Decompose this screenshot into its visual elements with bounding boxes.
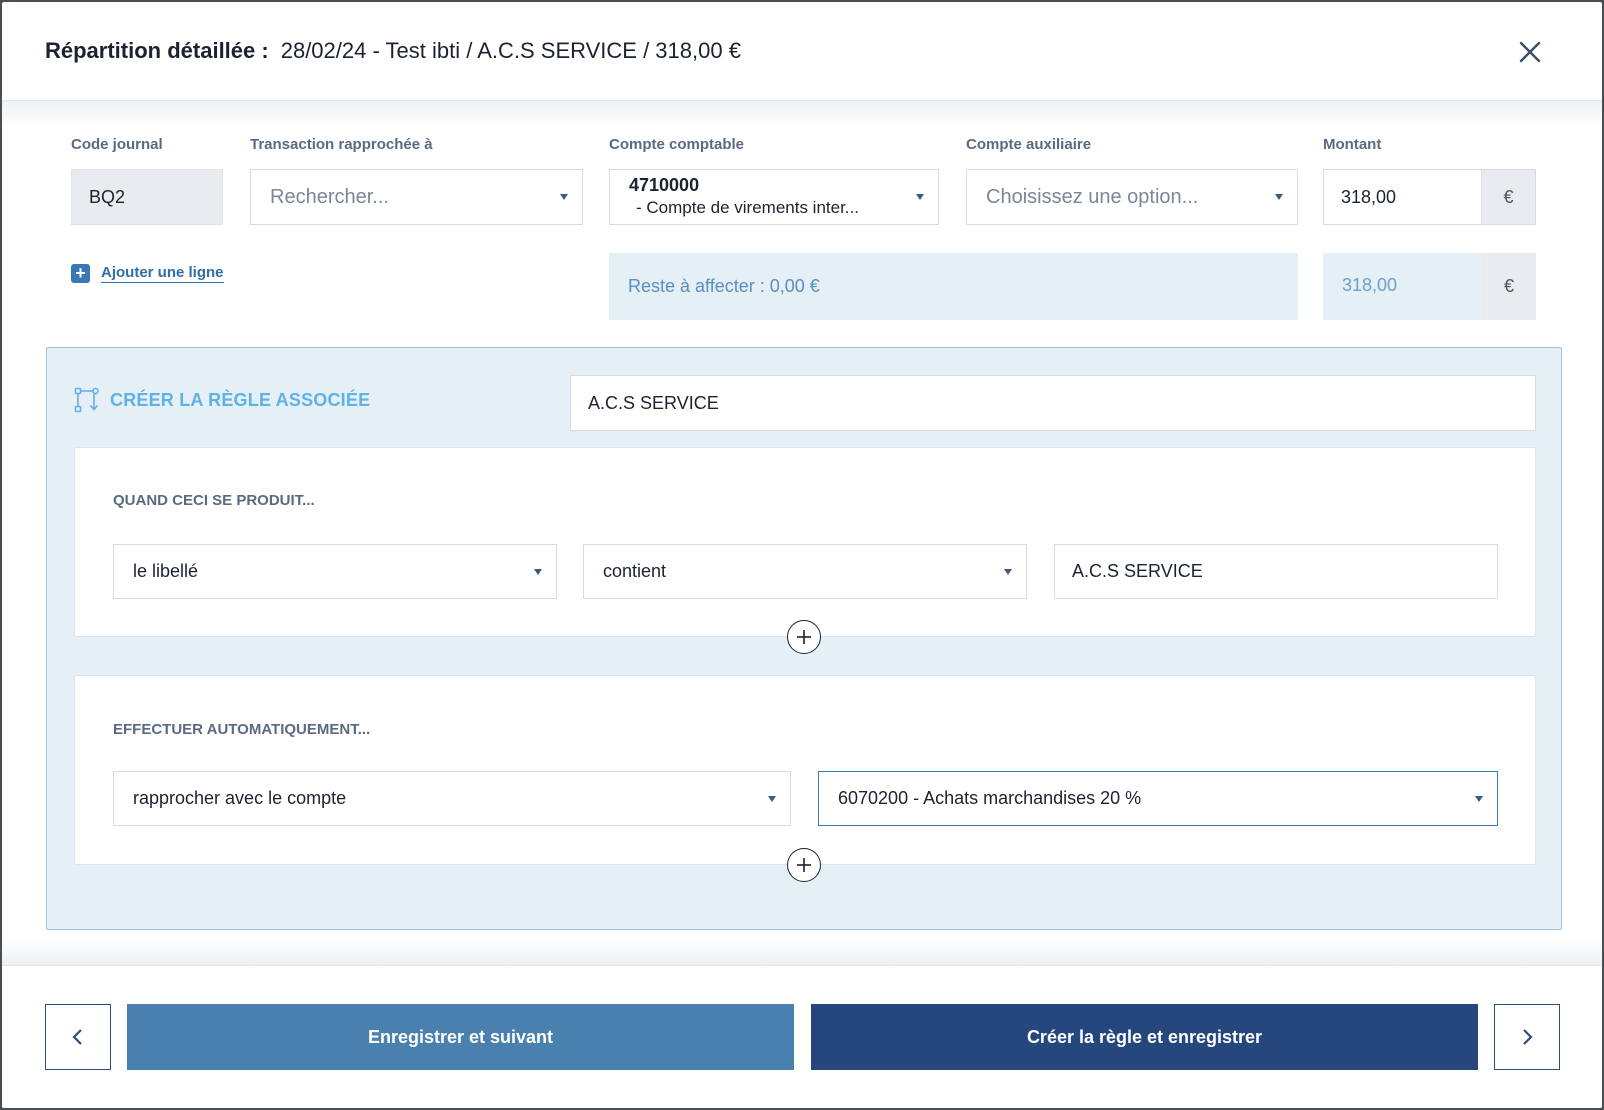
action-account-select[interactable]: 6070200 - Achats marchandises 20 % — [818, 771, 1498, 826]
rule-title-label: CRÉER LA RÈGLE ASSOCIÉE — [110, 389, 371, 410]
modal-header: Répartition détaillée : 28/02/24 - Test … — [2, 2, 1602, 101]
header-shadow — [2, 101, 1602, 127]
modal-footer: Enregistrer et suivant Créer la règle et… — [2, 965, 1602, 1108]
compte-comptable-name: - Compte de virements inter... — [636, 198, 859, 217]
action-title: EFFECTUER AUTOMATIQUEMENT... — [113, 721, 371, 738]
compte-auxiliaire-placeholder: Choisissez une option... — [986, 185, 1199, 208]
modal-title-label: Répartition détaillée : — [45, 38, 269, 63]
compte-auxiliaire-label: Compte auxiliaire — [966, 136, 1092, 153]
condition-value-input[interactable]: A.C.S SERVICE — [1054, 544, 1498, 599]
chevron-down-icon — [560, 194, 568, 200]
plus-icon — [797, 630, 811, 644]
action-account-value: 6070200 - Achats marchandises 20 % — [838, 788, 1142, 808]
chevron-down-icon — [534, 568, 542, 575]
footer-shadow — [2, 940, 1602, 965]
chevron-left-icon — [72, 1029, 82, 1045]
split-modal: Répartition détaillée : 28/02/24 - Test … — [2, 2, 1602, 1108]
currency-addon: € — [1481, 170, 1535, 224]
compte-auxiliaire-select[interactable]: Choisissez une option... — [966, 169, 1298, 225]
compte-comptable-code: 4710000 — [629, 175, 700, 195]
compte-comptable-label: Compte comptable — [609, 136, 745, 153]
compte-comptable-select[interactable]: 4710000 - Compte de virements inter... — [609, 169, 939, 225]
condition-operator-select[interactable]: contient — [583, 544, 1027, 599]
chevron-down-icon — [1475, 795, 1483, 802]
action-type-select[interactable]: rapprocher avec le compte — [113, 771, 791, 826]
add-condition-button[interactable] — [787, 620, 821, 654]
condition-operator-value: contient — [603, 561, 667, 581]
currency-addon: € — [1482, 253, 1536, 320]
chevron-down-icon — [768, 795, 776, 802]
transaction-select[interactable]: Rechercher... — [250, 169, 583, 225]
remaining-text: Reste à affecter : 0,00 € — [628, 276, 820, 296]
transaction-placeholder: Rechercher... — [270, 185, 389, 208]
remaining-amount-value: 318,00 — [1342, 275, 1398, 295]
rule-name-input[interactable]: A.C.S SERVICE — [570, 375, 1536, 431]
close-icon[interactable] — [1516, 38, 1544, 66]
next-button[interactable] — [1494, 1004, 1560, 1070]
add-action-button[interactable] — [787, 848, 821, 882]
code-journal-field: BQ2 — [71, 169, 223, 225]
previous-button[interactable] — [45, 1004, 111, 1070]
transaction-label: Transaction rapprochée à — [250, 136, 433, 153]
add-line-link[interactable]: + Ajouter une ligne — [71, 264, 224, 283]
plus-icon — [797, 858, 811, 872]
montant-value: 318,00 — [1341, 186, 1397, 207]
plus-icon: + — [71, 264, 90, 283]
remaining-amount-field: 318,00 € — [1323, 253, 1536, 320]
save-next-button[interactable]: Enregistrer et suivant — [127, 1004, 794, 1070]
action-type-value: rapprocher avec le compte — [133, 788, 347, 808]
code-journal-value: BQ2 — [89, 186, 126, 207]
add-line-label: Ajouter une ligne — [101, 264, 224, 283]
rule-flow-icon — [74, 387, 99, 413]
rule-name-value: A.C.S SERVICE — [588, 392, 719, 413]
chevron-down-icon — [916, 194, 924, 200]
chevron-right-icon — [1523, 1029, 1533, 1045]
montant-input[interactable]: 318,00 € — [1323, 169, 1536, 225]
chevron-down-icon — [1004, 568, 1012, 575]
condition-card: QUAND CECI SE PRODUIT... le libellé cont… — [74, 447, 1536, 637]
condition-title: QUAND CECI SE PRODUIT... — [113, 492, 315, 509]
montant-label: Montant — [1323, 136, 1382, 153]
condition-field-select[interactable]: le libellé — [113, 544, 557, 599]
create-rule-panel: CRÉER LA RÈGLE ASSOCIÉE A.C.S SERVICE QU… — [46, 347, 1562, 930]
action-card: EFFECTUER AUTOMATIQUEMENT... rapprocher … — [74, 675, 1536, 865]
chevron-down-icon — [1275, 194, 1283, 200]
modal-title-transaction: 28/02/24 - Test ibti / A.C.S SERVICE / 3… — [280, 38, 741, 63]
condition-value-text: A.C.S SERVICE — [1072, 561, 1203, 581]
condition-field-value: le libellé — [133, 561, 199, 581]
create-rule-save-button[interactable]: Créer la règle et enregistrer — [811, 1004, 1478, 1070]
remaining-amount-banner: Reste à affecter : 0,00 € — [609, 253, 1298, 320]
rule-title: CRÉER LA RÈGLE ASSOCIÉE — [74, 387, 370, 413]
code-journal-label: Code journal — [71, 136, 163, 153]
